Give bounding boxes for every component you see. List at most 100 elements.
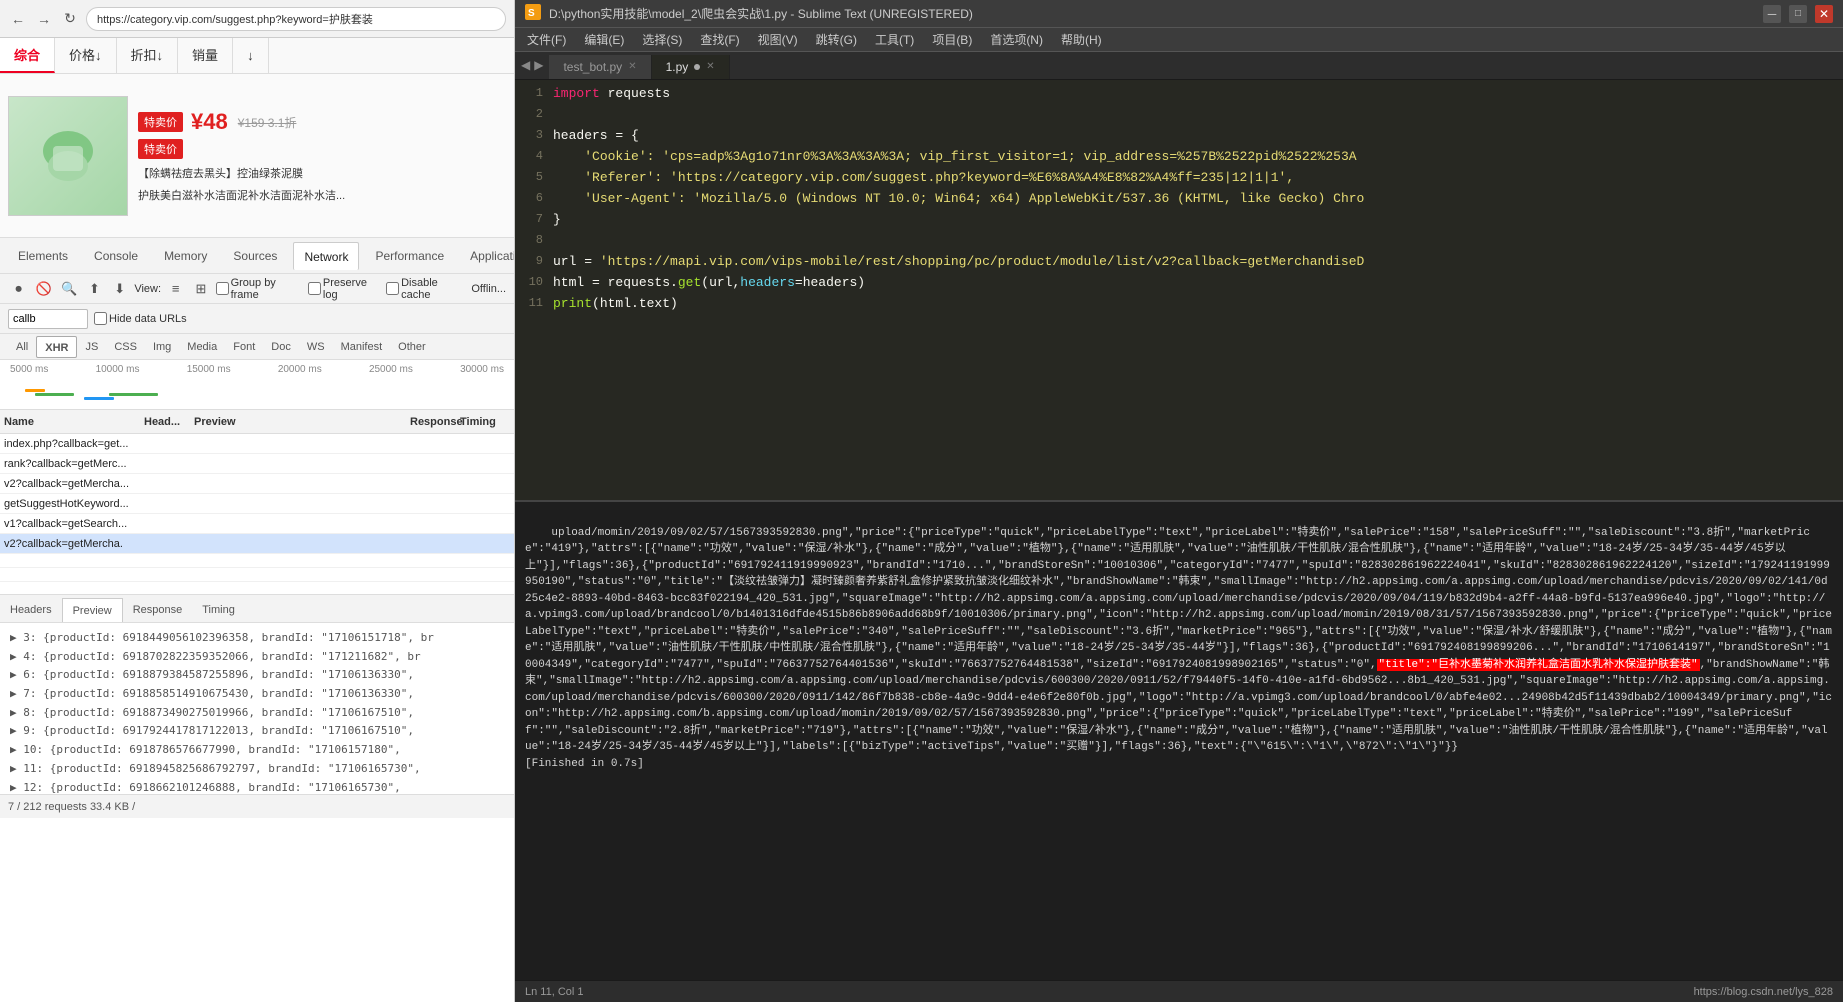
code-line-2: 2 [515,105,1843,126]
nav-refresh-button[interactable]: ↻ [60,9,80,29]
menu-select[interactable]: 选择(S) [634,30,690,50]
menu-goto[interactable]: 跳转(G) [808,30,865,50]
sublime-panel: S D:\python实用技能\model_2\爬虫会实战\1.py - Sub… [515,0,1843,1002]
cursor-position: Ln 11, Col 1 [525,986,584,998]
sublime-tabs: ◀ ▶ test_bot.py ✕ 1.py ✕ [515,52,1843,80]
view-list-button[interactable]: ≡ [165,278,186,300]
address-bar[interactable] [86,7,506,31]
col-status-header: Head... [144,416,194,428]
nav-forward-button[interactable]: → [34,9,54,29]
request-row-3[interactable]: v2?callback=getMercha... [0,474,514,494]
timeline-bars [10,385,504,405]
filter-media[interactable]: Media [179,336,225,358]
timeline-area: 5000 ms 10000 ms 15000 ms 20000 ms 25000… [0,360,514,410]
nav-back-button[interactable]: ← [8,9,28,29]
record-button[interactable]: ⏺ [8,278,29,300]
preserve-log-checkbox[interactable] [308,282,321,295]
svg-text:S: S [528,8,535,19]
tab-elements[interactable]: Elements [8,242,78,270]
detail-tab-timing[interactable]: Timing [192,598,245,622]
tab-test-bot[interactable]: test_bot.py ✕ [549,55,651,79]
tab-console[interactable]: Console [84,242,148,270]
code-line-1: 1 import requests [515,84,1843,105]
menu-edit[interactable]: 编辑(E) [576,30,632,50]
filter-manifest[interactable]: Manifest [333,336,391,358]
clear-button[interactable]: 🚫 [33,278,54,300]
menu-tools[interactable]: 工具(T) [867,30,922,50]
maximize-button[interactable]: □ [1789,5,1807,23]
json-output-area[interactable]: upload/momin/2019/09/02/57/1567393592830… [515,500,1843,980]
tab-application[interactable]: Application [460,242,515,270]
export-button[interactable]: ⬇ [109,278,130,300]
request-row-1[interactable]: index.php?callback=get... [0,434,514,454]
minimize-button[interactable]: ─ [1763,5,1781,23]
filter-ws[interactable]: WS [299,336,333,358]
sublime-menubar: 文件(F) 编辑(E) 选择(S) 查找(F) 视图(V) 跳转(G) 工具(T… [515,28,1843,52]
tab-销量[interactable]: 销量 [178,38,233,73]
filter-doc[interactable]: Doc [263,336,299,358]
filter-xhr[interactable]: XHR [36,336,77,358]
detail-tab-headers[interactable]: Headers [0,598,62,622]
network-table-header: Name Head... Preview Response Timing [0,410,514,434]
filter-all[interactable]: All [8,336,36,358]
request-name-4: getSuggestHotKeyword... [4,498,144,510]
tab-sources[interactable]: Sources [223,242,287,270]
filter-button[interactable]: 🔍 [59,278,80,300]
close-button[interactable]: ✕ [1815,5,1833,23]
menu-file[interactable]: 文件(F) [519,30,574,50]
hide-data-urls-checkbox[interactable] [94,312,107,325]
request-row-8[interactable] [0,568,514,582]
tab-综合[interactable]: 综合 [0,38,55,73]
menu-find[interactable]: 查找(F) [692,30,747,50]
code-line-5: 5 'Referer': 'https://category.vip.com/s… [515,168,1843,189]
tab-折扣[interactable]: 折扣↓ [117,38,179,73]
filter-input[interactable] [8,309,88,329]
request-detail: Headers Preview Response Timing ▶ 3: {pr… [0,594,514,794]
filter-other[interactable]: Other [390,336,434,358]
tab-价格[interactable]: 价格↓ [55,38,117,73]
tab-memory[interactable]: Memory [154,242,217,270]
request-row-4[interactable]: getSuggestHotKeyword... [0,494,514,514]
code-line-8: 8 [515,231,1843,252]
product-preview: 综合 价格↓ 折扣↓ 销量 ↓ 特卖价 ¥48 ¥159 3.1折 [0,38,514,238]
request-row-2[interactable]: rank?callback=getMerc... [0,454,514,474]
tab-1py-modified-dot [694,64,700,70]
menu-help[interactable]: 帮助(H) [1053,30,1110,50]
filter-img[interactable]: Img [145,336,179,358]
view-grid-button[interactable]: ⊞ [190,278,211,300]
view-label: View: [134,283,161,295]
group-by-frame-checkbox[interactable] [216,282,229,295]
filter-js[interactable]: JS [77,336,106,358]
preserve-log-label: Preserve log [308,277,382,301]
menu-view[interactable]: 视图(V) [750,30,806,50]
tab-1py[interactable]: 1.py ✕ [652,55,730,79]
code-line-3: 3 headers = { [515,126,1843,147]
filter-font[interactable]: Font [225,336,263,358]
network-filter-tabs: All XHR JS CSS Img Media Font Doc WS Man… [0,334,514,360]
tab-more[interactable]: ↓ [233,38,269,73]
timeline-labels: 5000 ms 10000 ms 15000 ms 20000 ms 25000… [0,360,514,379]
detail-tab-preview[interactable]: Preview [62,598,123,622]
tab-test-bot-close[interactable]: ✕ [628,55,636,79]
request-row-5[interactable]: v1?callback=getSearch... [0,514,514,534]
network-requests-list[interactable]: index.php?callback=get... rank?callback=… [0,434,514,594]
tab-network[interactable]: Network [293,242,359,270]
request-row-7[interactable] [0,554,514,568]
menu-project[interactable]: 项目(B) [924,30,980,50]
request-row-6[interactable]: v2?callback=getMercha. [0,534,514,554]
group-by-frame-text: Group by frame [231,277,304,301]
tab-performance[interactable]: Performance [365,242,454,270]
import-button[interactable]: ⬆ [84,278,105,300]
prev-tab-arrow[interactable]: ◀ [521,58,530,72]
filter-css[interactable]: CSS [106,336,145,358]
code-line-9: 9 url = 'https://mapi.vip.com/vips-mobil… [515,252,1843,273]
tab-1py-close[interactable]: ✕ [706,55,714,79]
menu-preferences[interactable]: 首选项(N) [982,30,1051,50]
disable-cache-checkbox[interactable] [386,282,399,295]
product-desc2: 护肤美白滋补水洁面泥补水洁面泥补水洁... [138,187,506,203]
code-editor[interactable]: 1 import requests 2 3 headers = { 4 'Coo… [515,80,1843,500]
next-tab-arrow[interactable]: ▶ [534,58,543,72]
detail-content[interactable]: ▶ 3: {productId: 6918449056102396358, br… [0,623,514,795]
request-row-9[interactable] [0,582,514,594]
detail-tab-response[interactable]: Response [123,598,193,622]
